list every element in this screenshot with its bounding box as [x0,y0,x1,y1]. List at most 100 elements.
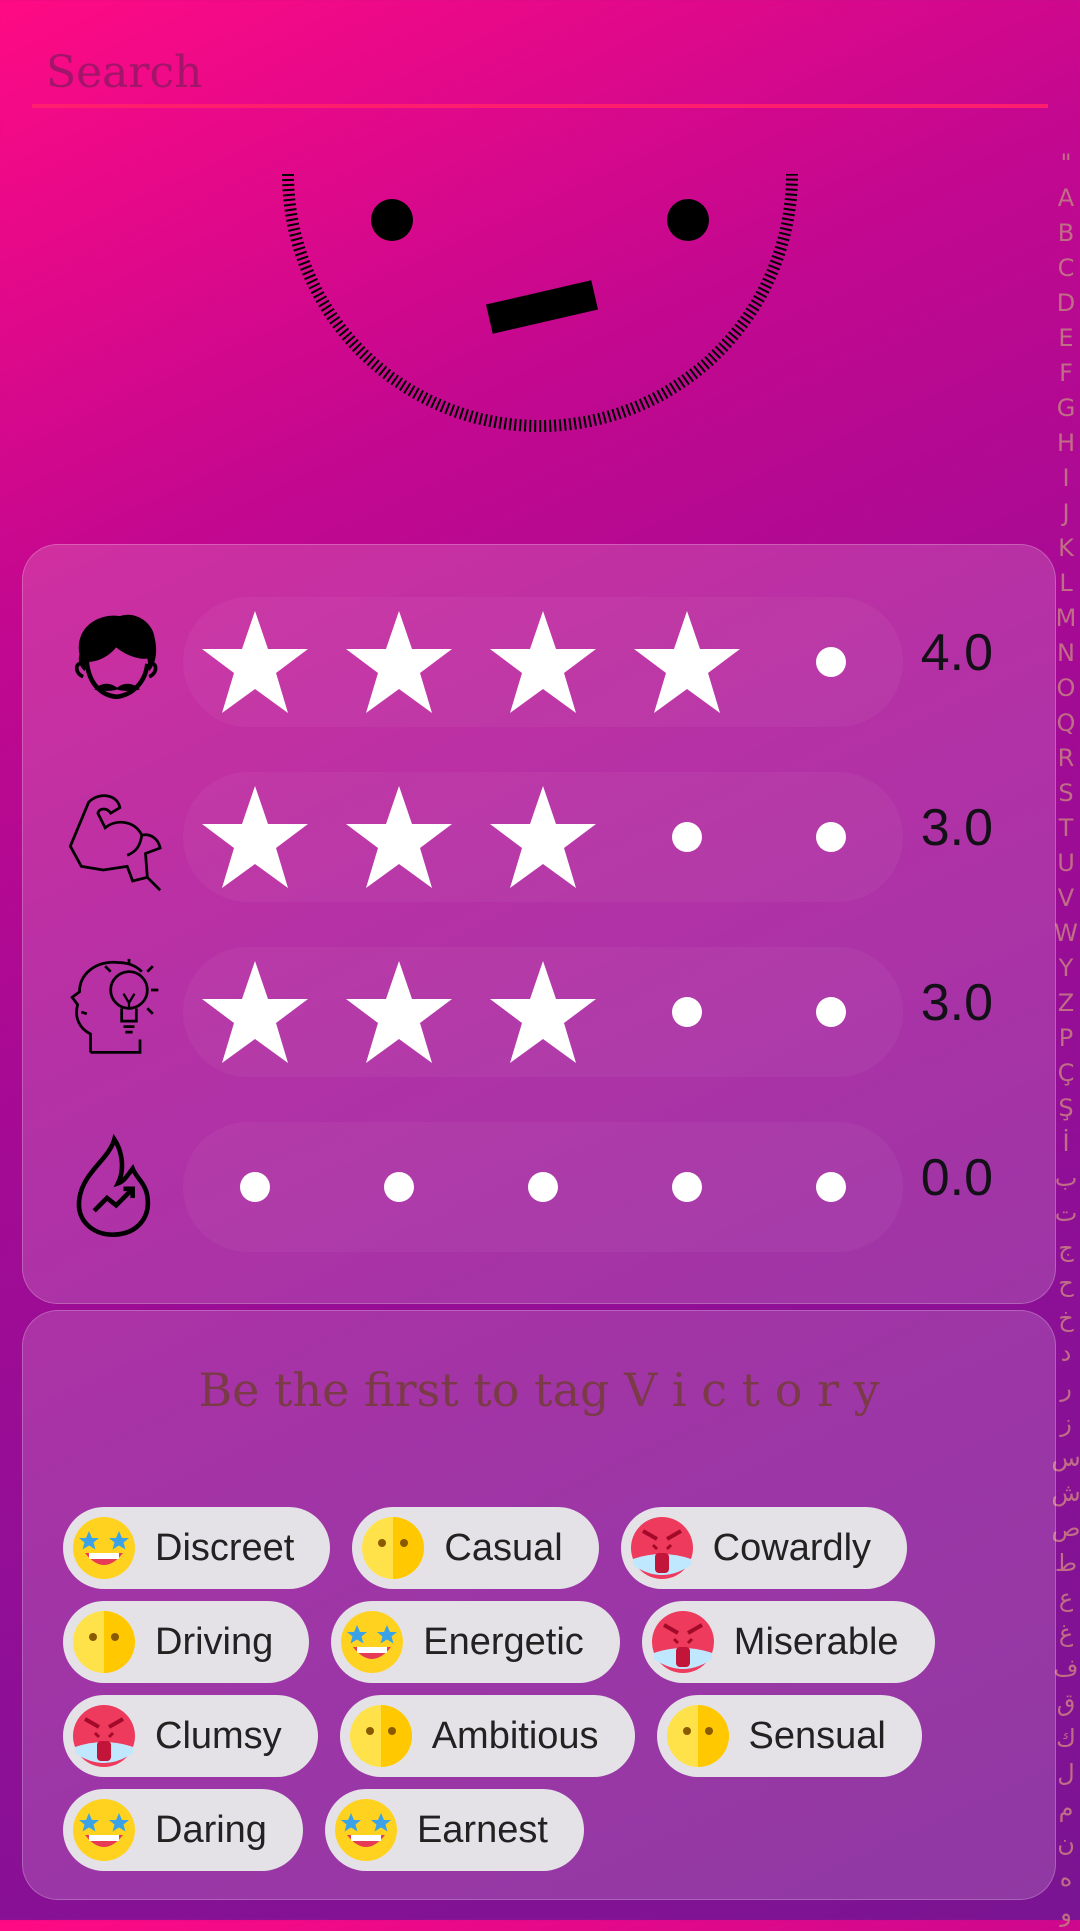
index-letter[interactable]: م [1059,1791,1074,1826]
star-filled-icon[interactable] [471,947,615,1077]
neutral-face-icon [360,1515,426,1581]
index-letter[interactable]: ط [1055,1546,1077,1581]
index-letter[interactable]: ر [1060,1371,1072,1406]
star-filled-icon[interactable] [183,772,327,902]
rating-value: 4.0 [921,623,993,683]
tag-chip-daring[interactable]: Daring [63,1789,303,1871]
index-letter[interactable]: V [1058,881,1074,916]
star-filled-icon[interactable] [471,597,615,727]
index-letter[interactable]: I [1062,461,1069,496]
index-letter[interactable]: İ [1062,1126,1069,1161]
tag-chip-label: Daring [155,1809,267,1852]
star-empty-dot[interactable] [615,772,759,902]
index-letter[interactable]: P [1059,1021,1073,1056]
index-letter[interactable]: W [1054,916,1078,951]
tag-chip-driving[interactable]: Driving [63,1601,309,1683]
index-letter[interactable]: ج [1058,1231,1074,1266]
index-letter[interactable]: " [1060,146,1071,181]
star-rating-bar[interactable] [183,597,903,727]
star-empty-dot[interactable] [183,1122,327,1252]
star-rating-bar[interactable] [183,1122,903,1252]
star-empty-dot[interactable] [759,772,903,902]
search-input[interactable] [32,30,1048,108]
index-letter[interactable]: G [1057,391,1076,426]
index-letter[interactable]: ز [1060,1406,1072,1441]
index-letter[interactable]: ق [1057,1686,1076,1721]
index-letter[interactable]: J [1062,496,1069,531]
index-letter[interactable]: د [1061,1336,1072,1371]
star-filled-icon[interactable] [327,947,471,1077]
star-filled-icon[interactable] [327,772,471,902]
index-letter[interactable]: غ [1059,1616,1073,1651]
index-letter[interactable]: ك [1056,1721,1076,1756]
index-letter[interactable]: Q [1057,706,1076,741]
star-empty-dot[interactable] [615,947,759,1077]
index-letter[interactable]: D [1057,286,1075,321]
index-letter[interactable]: M [1056,601,1077,636]
head-lightbulb-icon [63,957,173,1067]
star-rating-bar[interactable] [183,947,903,1077]
star-rating-bar[interactable] [183,772,903,902]
index-letter[interactable]: Ş [1058,1091,1073,1126]
index-letter[interactable]: O [1057,671,1076,706]
tag-chip-clumsy[interactable]: Clumsy [63,1695,318,1777]
index-letter[interactable]: N [1057,636,1075,671]
index-letter[interactable]: خ [1058,1301,1074,1336]
index-letter[interactable]: Y [1059,951,1074,986]
tag-chip-cowardly[interactable]: Cowardly [621,1507,907,1589]
star-struck-icon [71,1797,137,1863]
tag-chip-miserable[interactable]: Miserable [642,1601,935,1683]
star-empty-dot[interactable] [615,1122,759,1252]
index-letter[interactable]: ه [1060,1861,1073,1896]
star-filled-icon[interactable] [183,597,327,727]
index-letter[interactable]: ب [1055,1161,1078,1196]
index-letter[interactable]: R [1058,741,1075,776]
index-letter[interactable]: ع [1059,1581,1073,1616]
index-letter[interactable]: Z [1058,986,1074,1021]
index-letter[interactable]: ف [1054,1651,1079,1686]
index-letter[interactable]: B [1058,216,1074,251]
star-empty-dot[interactable] [759,947,903,1077]
index-letter[interactable]: U [1057,846,1075,881]
index-letter[interactable]: ن [1057,1826,1075,1861]
index-letter[interactable]: ح [1058,1266,1074,1301]
tag-chip-label: Sensual [749,1715,886,1758]
index-letter[interactable]: A [1058,181,1074,216]
mood-face-right-eye [667,199,709,241]
tag-chip-sensual[interactable]: Sensual [657,1695,922,1777]
index-letter[interactable]: L [1059,566,1072,601]
star-filled-icon[interactable] [327,597,471,727]
index-letter[interactable]: و [1060,1896,1072,1931]
index-letter[interactable]: K [1058,531,1074,566]
rating-row: 4.0 [23,585,1055,735]
index-letter[interactable]: Ç [1058,1056,1075,1091]
tag-chip-discreet[interactable]: Discreet [63,1507,330,1589]
star-empty-dot[interactable] [327,1122,471,1252]
rating-card: 4.0 3.0 3.0 0.0 [22,544,1056,1304]
index-letter[interactable]: S [1058,776,1073,811]
star-filled-icon[interactable] [183,947,327,1077]
star-filled-icon[interactable] [471,772,615,902]
tag-chip-casual[interactable]: Casual [352,1507,598,1589]
index-letter[interactable]: E [1058,321,1073,356]
angry-face-icon [629,1515,695,1581]
tag-chip-row: Discreet Casual Cowardly [63,1507,1023,1589]
star-struck-icon [333,1797,399,1863]
tag-chip-ambitious[interactable]: Ambitious [340,1695,635,1777]
index-letter[interactable]: F [1059,356,1073,391]
index-letter[interactable]: C [1058,251,1075,286]
index-letter[interactable]: H [1057,426,1075,461]
tag-chip-energetic[interactable]: Energetic [331,1601,620,1683]
index-letter[interactable]: T [1059,811,1074,846]
star-filled-icon[interactable] [615,597,759,727]
tag-chip-label: Cowardly [713,1527,871,1570]
star-empty-dot[interactable] [759,1122,903,1252]
index-letter[interactable]: ل [1057,1756,1074,1791]
tag-chip-label: Discreet [155,1527,294,1570]
star-empty-dot[interactable] [759,597,903,727]
tag-chip-earnest[interactable]: Earnest [325,1789,584,1871]
index-letter[interactable]: ت [1055,1196,1078,1231]
star-empty-dot[interactable] [471,1122,615,1252]
alphabet-index[interactable]: "ABCDEFGHIJKLMNOQRSTUVWYZPÇŞİبتجحخدرزسشص… [1052,146,1080,1931]
angry-face-icon [71,1703,137,1769]
